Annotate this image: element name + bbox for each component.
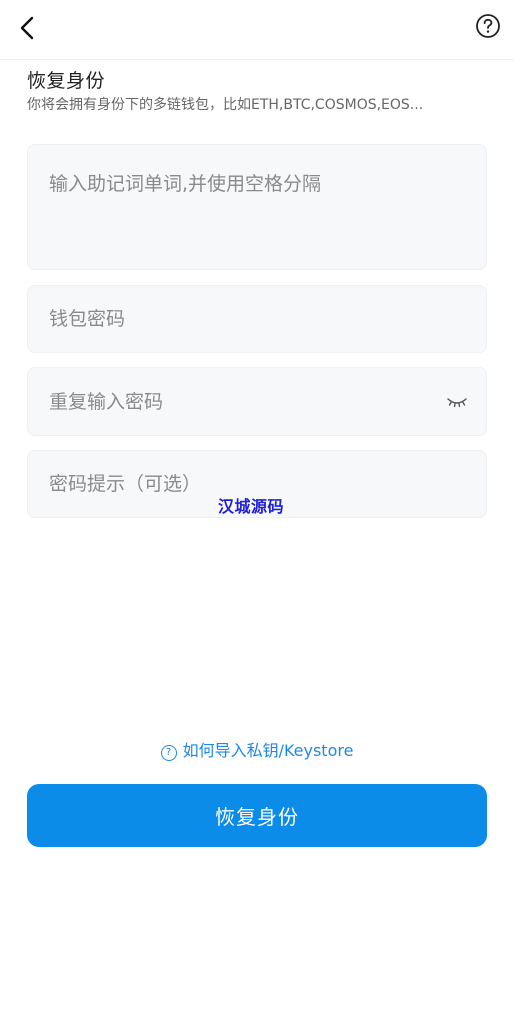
mnemonic-input[interactable] <box>28 145 486 269</box>
wallet-password-input[interactable] <box>28 286 486 352</box>
eye-closed-icon <box>447 398 467 408</box>
top-bar <box>0 0 514 60</box>
import-link-label: 如何导入私钥/Keystore <box>182 741 354 760</box>
back-button[interactable] <box>10 10 46 46</box>
repeat-password-field <box>27 367 487 436</box>
repeat-password-input[interactable] <box>28 368 486 435</box>
password-visibility-toggle[interactable] <box>444 390 470 414</box>
help-button[interactable] <box>474 12 502 40</box>
question-circle-icon: ? <box>160 745 177 761</box>
restore-identity-button[interactable]: 恢复身份 <box>27 784 487 847</box>
question-circle-icon <box>476 14 500 38</box>
mnemonic-field <box>27 144 487 270</box>
page-title: 恢复身份 <box>27 70 106 92</box>
page-subtitle: 你将会拥有身份下的多链钱包，比如ETH,BTC,COSMOS,EOS... <box>27 97 424 113</box>
chevron-left-icon <box>20 16 34 40</box>
wallet-password-field <box>27 285 487 353</box>
watermark-text: 汉城源码 <box>218 497 285 516</box>
import-private-key-link[interactable]: ? 如何导入私钥/Keystore <box>0 737 514 761</box>
